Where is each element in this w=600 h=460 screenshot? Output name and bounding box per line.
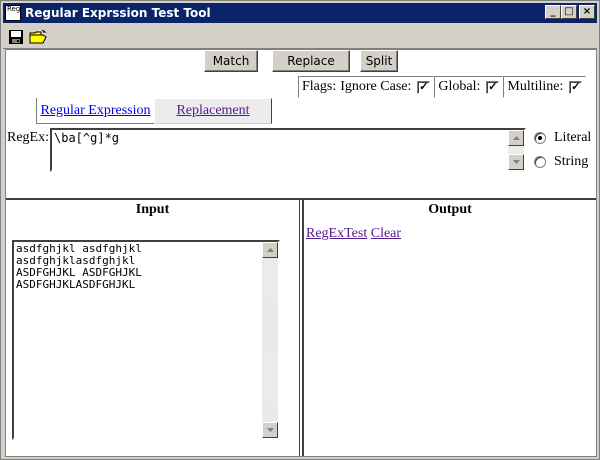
open-button[interactable] [29,28,47,46]
input-textarea[interactable]: asdfghjkl asdfghjkl asdfghjklasdfghjkl A… [12,240,280,440]
minimize-button[interactable]: _ [545,5,561,19]
flags-label-cell: Flags: Ignore Case: ✓ [298,76,435,98]
scroll-up-button[interactable] [508,130,524,146]
open-folder-icon [29,29,47,43]
input-scrollbar[interactable] [262,242,278,438]
regextest-link[interactable]: RegExTest [306,226,367,241]
literal-radio[interactable] [534,132,546,144]
toolbar [3,25,597,49]
app-window: RegEx Regular Exprssion Test Tool _ □ × [0,0,600,460]
tab-replacement[interactable]: Replacement [154,98,272,124]
input-panel: Input asdfghjkl asdfghjkl asdfghjklasdfg… [6,200,300,456]
arrow-up-icon [512,136,520,140]
multiline-checkbox[interactable]: ✓ [569,80,583,94]
regex-value: \ba[^g]*g [54,131,120,145]
ignore-case-label: Ignore Case: [340,79,412,94]
main-content: Match Replace Split Flags: Ignore Case: … [5,49,597,457]
flags-label: Flags: [302,79,337,94]
regex-scrollbar[interactable] [508,130,524,170]
match-button[interactable]: Match [204,50,258,72]
output-header: Output [428,202,472,217]
save-button[interactable] [7,28,25,46]
input-scroll-up-button[interactable] [262,242,278,258]
string-option[interactable]: String [534,154,588,170]
flags-bar: Flags: Ignore Case: ✓ Global: ✓ Multilin… [298,76,587,98]
literal-label: Literal [554,130,592,145]
close-button[interactable]: × [579,5,595,19]
window-title: Regular Exprssion Test Tool [25,6,211,20]
global-label: Global: [438,79,481,94]
output-links: RegExTest Clear [306,226,401,242]
arrow-down-icon [266,428,274,432]
string-label: String [554,154,589,169]
multiline-label: Multiline: [507,79,564,94]
string-radio[interactable] [534,156,546,168]
global-checkbox[interactable]: ✓ [486,80,500,94]
tab-regular-expression[interactable]: Regular Expression [36,98,154,124]
literal-option[interactable]: Literal [534,130,591,146]
input-line: ASDFGHJKLASDFGHJKL [16,278,136,291]
maximize-icon: □ [564,6,574,17]
maximize-button[interactable]: □ [561,5,577,19]
minimize-icon: _ [550,6,556,17]
close-icon: × [582,6,592,17]
title-bar[interactable]: RegEx Regular Exprssion Test Tool _ □ × [3,3,597,23]
clear-link[interactable]: Clear [371,226,401,241]
output-panel: Output RegExTest Clear [302,200,596,456]
arrow-up-icon [266,248,274,252]
save-icon [9,29,23,44]
ignore-case-checkbox[interactable]: ✓ [417,80,431,94]
window-controls: _ □ × [545,5,595,19]
regex-label: RegEx: [7,130,49,145]
multiline-cell: Multiline: ✓ [503,76,587,98]
input-scroll-down-button[interactable] [262,422,278,438]
scroll-down-button[interactable] [508,154,524,170]
regex-app-icon: RegEx [5,5,21,21]
replace-button[interactable]: Replace [272,50,350,72]
regex-input[interactable]: \ba[^g]*g [50,128,526,172]
arrow-down-icon [512,160,520,164]
global-cell: Global: ✓ [434,76,504,98]
split-button[interactable]: Split [360,50,398,72]
input-header: Input [135,202,170,217]
